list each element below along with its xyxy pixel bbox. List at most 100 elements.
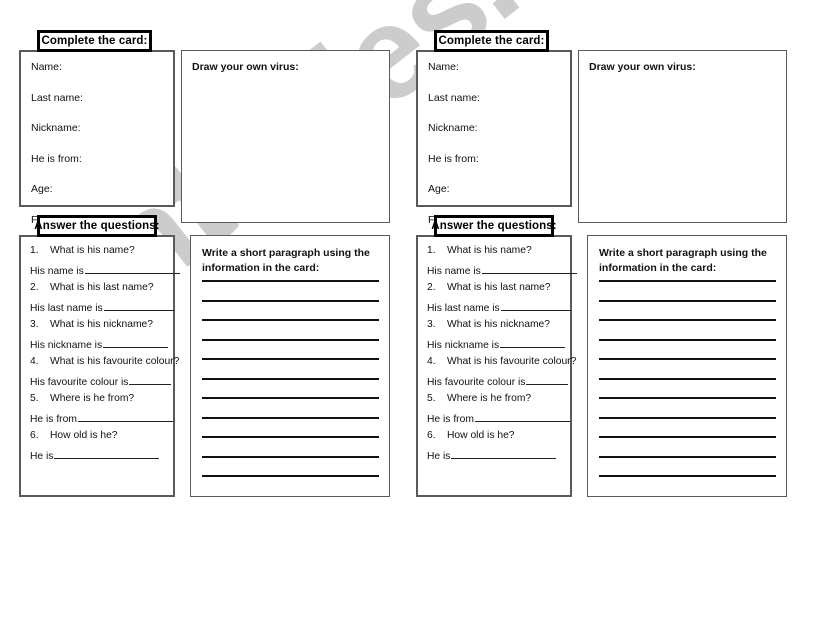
answer-blank[interactable] (500, 299, 571, 311)
writing-instruction: Write a short paragraph using the inform… (599, 246, 776, 276)
card-header-box: Complete the card: (37, 30, 152, 52)
answer-stem: He is (30, 450, 54, 462)
question-row: 5. Where is he from? (30, 393, 164, 404)
question-text: Where is he from? (447, 393, 532, 404)
writing-instruction-line2: information in the card: (202, 262, 320, 274)
answer-row[interactable]: He is from (427, 410, 570, 425)
writing-line[interactable] (202, 299, 379, 302)
answer-row[interactable]: His last name is (427, 299, 571, 314)
answer-row[interactable]: He is (427, 447, 561, 462)
answer-stem: He is from (30, 413, 77, 425)
question-row: 2. What is his last name? (30, 282, 164, 293)
questions-box[interactable]: 1. What is his name? His name is 2. What… (416, 235, 577, 497)
draw-virus-box[interactable]: Draw your own virus: (181, 50, 390, 223)
writing-line[interactable] (599, 319, 776, 321)
answer-stem: His name is (30, 265, 84, 277)
answer-blank[interactable] (474, 410, 570, 422)
answer-blank[interactable] (500, 336, 566, 348)
writing-box[interactable]: Write a short paragraph using the inform… (190, 235, 390, 497)
writing-line[interactable] (202, 280, 379, 282)
question-row: 1. What is his name? (30, 245, 164, 256)
card-fields-box[interactable]: Name: Last name: Nickname: He is from: A… (19, 50, 175, 226)
answer-row[interactable]: His last name is (30, 299, 174, 314)
answer-blank[interactable] (481, 262, 577, 274)
writing-box[interactable]: Write a short paragraph using the inform… (587, 235, 787, 497)
answer-row[interactable]: He is (30, 447, 164, 462)
writing-line[interactable] (202, 455, 379, 458)
question-row: 3. What is his nickname? (427, 319, 561, 330)
writing-line[interactable] (599, 416, 776, 419)
answer-blank[interactable] (526, 373, 569, 385)
question-text: What is his favourite colour? (447, 356, 577, 367)
question-row: 4. What is his favourite colour? (30, 356, 179, 367)
writing-line[interactable] (599, 436, 776, 438)
question-number: 1. (427, 245, 436, 256)
card-fields-box[interactable]: Name: Last name: Nickname: He is from: A… (416, 50, 572, 226)
answer-blank[interactable] (84, 262, 180, 274)
answer-row[interactable]: His nickname is (30, 336, 169, 351)
writing-line[interactable] (202, 436, 379, 438)
question-number: 6. (427, 430, 436, 441)
writing-line[interactable] (202, 377, 379, 380)
card-field: Nickname: (31, 122, 81, 134)
question-row: 6. How old is he? (30, 430, 164, 441)
question-number: 2. (30, 282, 39, 293)
writing-line[interactable] (202, 397, 379, 399)
writing-line[interactable] (599, 280, 776, 282)
question-row: 3. What is his nickname? (30, 319, 164, 330)
writing-line[interactable] (599, 397, 776, 399)
card-field: Last name: (31, 91, 83, 104)
question-number: 3. (427, 319, 436, 330)
answer-row[interactable]: His name is (30, 262, 180, 277)
worksheet-page: ntables.com Complete the card: Name: Las… (0, 0, 821, 634)
card-field: Age: (31, 183, 53, 195)
answer-row[interactable]: His nickname is (427, 336, 566, 351)
writing-line[interactable] (599, 299, 776, 302)
draw-virus-box[interactable]: Draw your own virus: (578, 50, 787, 223)
answer-stem: He is from (427, 413, 474, 425)
writing-line[interactable] (202, 475, 379, 477)
question-text: What is his nickname? (50, 319, 154, 330)
answer-blank[interactable] (103, 299, 174, 311)
question-text: What is his name? (50, 245, 135, 256)
answer-row[interactable]: His name is (427, 262, 577, 277)
writing-line[interactable] (599, 455, 776, 458)
answer-blank[interactable] (54, 447, 160, 459)
writing-line[interactable] (202, 319, 379, 321)
writing-instruction-line1: Write a short paragraph using the (202, 247, 370, 259)
writing-line[interactable] (202, 416, 379, 419)
questions-header-label: Answer the questions: (34, 220, 160, 232)
questions-header-box: Answer the questions: (431, 215, 557, 237)
answer-blank[interactable] (129, 373, 172, 385)
question-row: 6. How old is he? (427, 430, 561, 441)
question-text: What is his favourite colour? (50, 356, 180, 367)
answer-stem: His last name is (427, 302, 500, 314)
question-text: What is his last name? (50, 282, 154, 293)
card-field: He is from: (428, 152, 479, 165)
writing-line[interactable] (599, 358, 776, 360)
answer-stem: His favourite colour is (427, 376, 526, 388)
question-number: 4. (30, 356, 39, 367)
writing-line[interactable] (202, 358, 379, 360)
writing-instruction-line1: Write a short paragraph using the (599, 247, 767, 259)
writing-line[interactable] (599, 377, 776, 380)
writing-line[interactable] (202, 338, 379, 341)
writing-line[interactable] (599, 338, 776, 341)
answer-blank[interactable] (103, 336, 169, 348)
question-number: 5. (427, 393, 436, 404)
answer-stem: His name is (427, 265, 481, 277)
answer-stem: His nickname is (427, 339, 500, 351)
writing-instruction: Write a short paragraph using the inform… (202, 246, 379, 276)
question-number: 6. (30, 430, 39, 441)
answer-blank[interactable] (451, 447, 557, 459)
question-text: How old is he? (50, 430, 118, 441)
answer-row[interactable]: His favourite colour is (30, 373, 172, 388)
questions-box[interactable]: 1. What is his name? His name is 2. What… (19, 235, 180, 497)
card-header-label: Complete the card: (41, 35, 148, 47)
answer-stem: His favourite colour is (30, 376, 129, 388)
answer-row[interactable]: He is from (30, 410, 173, 425)
answer-blank[interactable] (77, 410, 173, 422)
writing-line[interactable] (599, 475, 776, 477)
card-field: Last name: (428, 91, 480, 104)
answer-row[interactable]: His favourite colour is (427, 373, 569, 388)
